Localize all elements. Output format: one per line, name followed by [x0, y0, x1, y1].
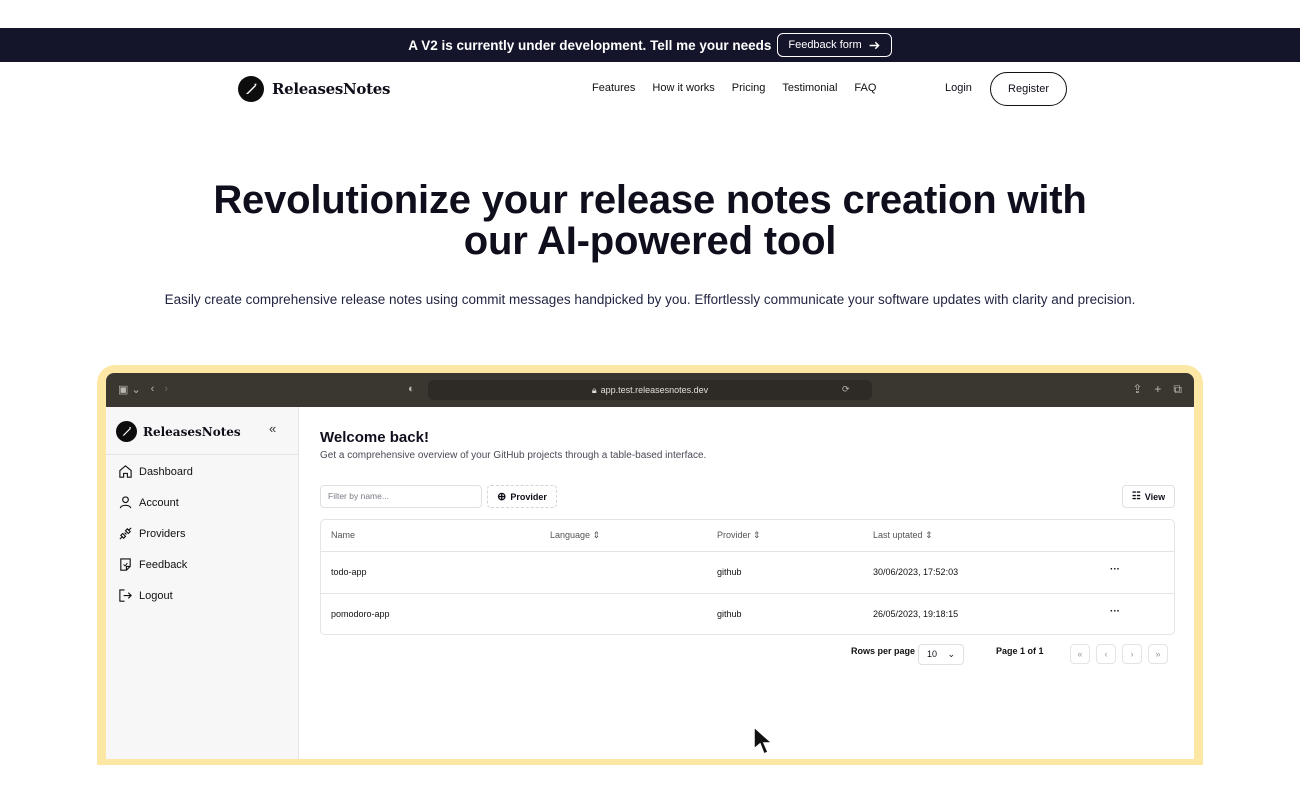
note-icon	[120, 558, 131, 571]
app-brand-name: ReleasesNotes	[143, 424, 241, 439]
table-cell-provider: github	[717, 567, 742, 577]
provider-button-label: Provider	[510, 491, 547, 502]
sort-icon: ⇕	[925, 530, 933, 540]
page-subtitle: Get a comprehensive overview of your Git…	[320, 450, 707, 461]
rows-per-page-label: Rows per page	[851, 646, 916, 656]
column-header-last-updated[interactable]: Last uptated ⇕	[873, 530, 933, 541]
brand-name: ReleasesNotes	[272, 80, 391, 98]
sidebar-item-providers[interactable]: Providers	[118, 526, 185, 541]
nav-link-features[interactable]: Features	[592, 82, 635, 94]
hero-title-line-1: Revolutionize your release notes creatio…	[213, 178, 1087, 222]
sidebar-toggle-icon[interactable]: ▣ ⌄	[118, 383, 141, 396]
new-tab-icon[interactable]: +	[1154, 382, 1161, 397]
logout-icon	[119, 589, 132, 602]
chevron-down-icon: ⌄	[947, 649, 955, 659]
view-button-label: View	[1144, 491, 1166, 502]
reload-icon[interactable]: ⟳	[842, 384, 850, 395]
sidebar-item-label: Logout	[139, 589, 173, 602]
sidebar-item-logout[interactable]: Logout	[118, 588, 173, 603]
collapse-sidebar-icon[interactable]: «	[269, 421, 276, 436]
sidebar-item-label: Account	[139, 496, 179, 509]
first-page-icon[interactable]: «	[1070, 644, 1090, 664]
page-title: Welcome back!	[320, 429, 429, 446]
address-bar[interactable]: 🔒︎ app.test.releasesnotes.dev	[428, 380, 872, 400]
nav-link-how-it-works[interactable]: How it works	[652, 82, 714, 94]
provider-filter-button[interactable]: ⊕ Provider	[487, 485, 557, 508]
hero-subtitle: Easily create comprehensive release note…	[164, 292, 1136, 307]
sidebar-item-label: Providers	[139, 527, 186, 540]
home-icon	[119, 465, 132, 478]
sidebar-item-label: Feedback	[139, 558, 188, 571]
table-cell-provider: github	[717, 609, 742, 619]
hero-title-line-2: our AI-powered tool	[463, 219, 837, 263]
hero-title: Revolutionize your release notes creatio…	[0, 180, 1300, 262]
column-header-name[interactable]: Name	[331, 530, 355, 540]
table-cell-name[interactable]: pomodoro-app	[331, 609, 390, 619]
table-divider	[321, 593, 1174, 594]
tabs-overview-icon[interactable]: ⧉	[1173, 382, 1182, 397]
announcement-text: A V2 is currently under development. Tel…	[408, 37, 772, 53]
sort-icon: ⇕	[592, 530, 601, 540]
announcement-bar: A V2 is currently under development. Tel…	[0, 28, 1300, 62]
plug-icon	[119, 527, 132, 540]
arrow-right-icon	[869, 41, 880, 49]
next-page-icon[interactable]: ›	[1122, 644, 1142, 664]
forward-icon[interactable]: ›	[164, 383, 168, 396]
nav-link-pricing[interactable]: Pricing	[732, 82, 766, 94]
share-icon[interactable]: ⇪	[1132, 382, 1142, 397]
rows-per-page-value: 10	[927, 649, 938, 659]
url-text: app.test.releasesnotes.dev	[600, 385, 709, 395]
row-actions-icon[interactable]: ···	[1110, 564, 1120, 575]
feedback-form-label: Feedback form	[788, 39, 862, 51]
sidebar-item-account[interactable]: Account	[118, 495, 179, 510]
mouse-cursor-icon	[753, 725, 774, 756]
nav-links: Features How it works Pricing Testimonia…	[592, 82, 893, 94]
register-button[interactable]: Register	[990, 72, 1067, 106]
app-screenshot: ▣ ⌄ ‹ › ◐ 🔒︎ app.test.releasesnotes.dev …	[106, 373, 1194, 759]
app-sidebar: ReleasesNotes « Dashboard Account Provid…	[106, 407, 299, 759]
sidebar-item-dashboard[interactable]: Dashboard	[118, 464, 193, 479]
view-options-button[interactable]: ☷ View	[1122, 485, 1175, 508]
row-actions-icon[interactable]: ···	[1110, 606, 1120, 617]
sliders-icon: ☷	[1131, 491, 1141, 502]
browser-toolbar: ▣ ⌄ ‹ › ◐ 🔒︎ app.test.releasesnotes.dev …	[106, 373, 1194, 407]
plus-circle-icon: ⊕	[497, 491, 507, 503]
column-header-label: Last uptated	[873, 530, 923, 540]
sidebar-divider	[106, 454, 299, 455]
lock-icon: 🔒︎	[591, 384, 597, 395]
table-cell-updated: 26/05/2023, 19:18:15	[873, 609, 959, 619]
column-header-language[interactable]: Language ⇕	[550, 530, 600, 541]
sidebar-item-feedback[interactable]: Feedback	[118, 557, 187, 572]
site-header: ReleasesNotes Features How it works Pric…	[0, 62, 1300, 116]
rows-per-page-select[interactable]: 10 ⌄	[918, 644, 964, 665]
projects-table: Name Language ⇕ Provider ⇕ Last uptated …	[320, 519, 1175, 635]
app-brand[interactable]: ReleasesNotes	[116, 421, 241, 442]
previous-page-icon[interactable]: ‹	[1096, 644, 1116, 664]
feedback-form-button[interactable]: Feedback form	[777, 33, 892, 57]
nav-link-testimonial[interactable]: Testimonial	[782, 82, 837, 94]
column-header-label: Provider	[717, 530, 751, 540]
last-page-icon[interactable]: »	[1148, 644, 1168, 664]
quill-icon	[238, 76, 264, 102]
table-divider	[321, 551, 1174, 552]
table-cell-updated: 30/06/2023, 17:52:03	[873, 567, 959, 577]
table-cell-name[interactable]: todo-app	[331, 567, 367, 577]
privacy-shield-icon[interactable]: ◐	[408, 383, 415, 395]
brand-logo[interactable]: ReleasesNotes	[238, 76, 390, 102]
login-link[interactable]: Login	[945, 82, 972, 94]
nav-link-faq[interactable]: FAQ	[854, 82, 876, 94]
sort-icon: ⇕	[753, 530, 761, 540]
column-header-label: Language	[550, 530, 591, 540]
user-icon	[119, 496, 132, 509]
sidebar-item-label: Dashboard	[139, 465, 193, 478]
quill-icon	[116, 421, 137, 442]
column-header-provider[interactable]: Provider ⇕	[717, 530, 761, 541]
page-indicator: Page 1 of 1	[996, 646, 1044, 656]
filter-input[interactable]: Filter by name...	[320, 485, 482, 508]
back-icon[interactable]: ‹	[151, 383, 155, 396]
